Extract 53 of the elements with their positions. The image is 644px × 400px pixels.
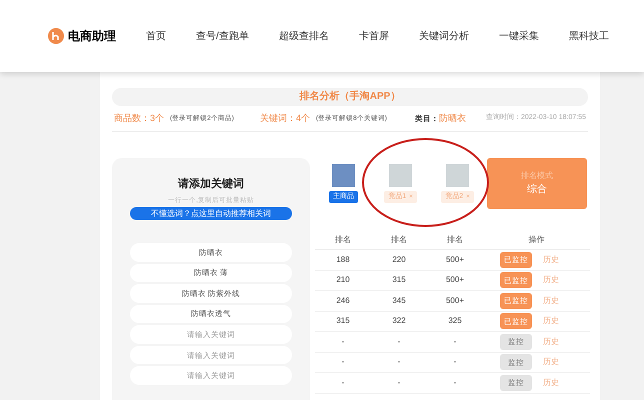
page-title: 排名分析（手淘APP）: [112, 88, 588, 106]
rank-cell-text: 315: [391, 274, 407, 286]
logo-icon: [48, 28, 64, 44]
rank-cell-text: -: [340, 376, 346, 389]
nav-link[interactable]: 超级查排名: [278, 28, 329, 44]
history-link[interactable]: 历史: [543, 294, 559, 307]
history-link[interactable]: 历史: [543, 315, 559, 328]
photo-placeholder: [389, 164, 412, 187]
category-value: 防晒衣: [438, 112, 466, 125]
column-header: 排名: [334, 234, 352, 246]
nav-link[interactable]: 卡首屏: [358, 28, 389, 44]
history-link[interactable]: 历史: [543, 254, 559, 266]
column-header: 排名: [390, 234, 408, 246]
rank-cell-text: 500+: [444, 254, 466, 266]
history-link[interactable]: 历史: [543, 356, 559, 368]
rank-cell-text: 210: [335, 274, 351, 286]
keyword-panel-title: 请添加关键词: [178, 176, 244, 192]
rank-cell-text: 188: [335, 254, 351, 266]
goods-count: 商品数：3个: [114, 112, 164, 125]
rank-cell-text: 500+: [444, 294, 466, 307]
photo-placeholder: [332, 164, 355, 187]
rank-cell-text: 322: [391, 315, 407, 328]
photo-placeholder: [446, 164, 469, 187]
keyword-count: 关键词：4个: [260, 112, 310, 125]
column-header: 排名: [446, 234, 464, 246]
history-link[interactable]: 历史: [543, 376, 559, 389]
rank-cell-text: 315: [335, 315, 351, 328]
rank-cell-text: -: [396, 356, 402, 368]
nav-link[interactable]: 黑科技工: [568, 28, 609, 44]
rank-cell-text: 500+: [444, 274, 466, 286]
rank-cell-text: -: [340, 356, 346, 368]
rank-cell-text: 345: [391, 294, 407, 307]
rank-cell-text: -: [396, 336, 402, 348]
history-link[interactable]: 历史: [543, 274, 559, 286]
rank-cell-text: -: [396, 376, 402, 389]
rank-cell-text: -: [452, 356, 458, 368]
nav-link[interactable]: 一键采集: [498, 28, 539, 44]
rank-cell-text: 220: [391, 254, 407, 266]
rank-cell-text: 325: [447, 315, 463, 328]
rank-cell-text: -: [452, 336, 458, 348]
mode-label: 排名模式: [521, 170, 553, 182]
logo-text: 电商助理: [68, 28, 117, 45]
nav-link[interactable]: 查号/查跑单: [196, 28, 249, 44]
column-header: 操作: [528, 234, 546, 246]
recommend-button[interactable]: 不懂选词？点这里自动推荐相关词: [130, 207, 292, 220]
mode-value: 综合: [527, 182, 547, 197]
rank-cell-text: -: [452, 376, 458, 389]
rank-cell-text: 246: [335, 294, 351, 307]
rank-cell-text: -: [340, 336, 346, 348]
history-link[interactable]: 历史: [543, 336, 559, 348]
nav-link[interactable]: 关键词分析: [418, 28, 469, 44]
mode-card[interactable]: 排名模式 综合: [487, 158, 587, 209]
nav-link[interactable]: 首页: [146, 28, 166, 44]
